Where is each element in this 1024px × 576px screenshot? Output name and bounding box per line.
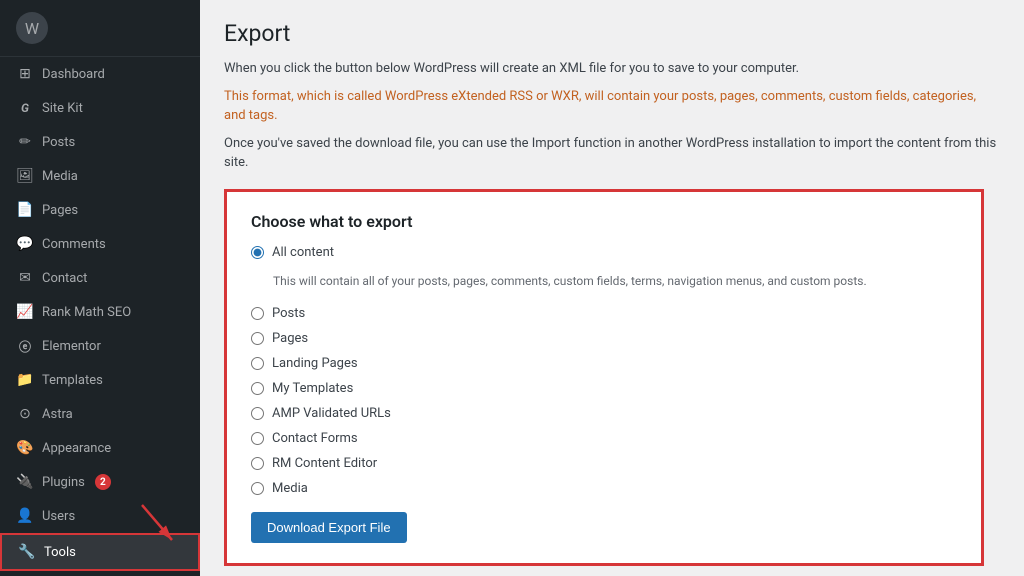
- sidebar-item-astra[interactable]: ⊙ Astra: [0, 397, 200, 431]
- radio-amp-urls-input[interactable]: [251, 407, 264, 420]
- radio-landing-pages[interactable]: Landing Pages: [251, 356, 957, 371]
- description-2: This format, which is called WordPress e…: [224, 87, 1000, 126]
- page-title: Export: [224, 20, 1000, 47]
- radio-media[interactable]: Media: [251, 481, 957, 496]
- plugins-badge: 2: [95, 474, 111, 490]
- radio-all-content-input[interactable]: [251, 246, 264, 259]
- radio-rm-content[interactable]: RM Content Editor: [251, 456, 957, 471]
- wp-logo-icon: W: [16, 12, 48, 44]
- radio-rm-content-input[interactable]: [251, 457, 264, 470]
- sidebar-item-media[interactable]: 🖼 Media: [0, 159, 200, 193]
- description-1: When you click the button below WordPres…: [224, 59, 1000, 79]
- radio-pages-input[interactable]: [251, 332, 264, 345]
- sidebar: W ⊞ Dashboard G Site Kit ✏ Posts 🖼 Media…: [0, 0, 200, 576]
- radio-my-templates[interactable]: My Templates: [251, 381, 957, 396]
- sidebar-item-users[interactable]: 👤 Users: [0, 499, 200, 533]
- radio-all-content[interactable]: All content: [251, 245, 957, 260]
- astra-icon: ⊙: [16, 405, 34, 423]
- radio-my-templates-input[interactable]: [251, 382, 264, 395]
- sidebar-subitem-available-tools[interactable]: Available Tools: [0, 571, 200, 576]
- sidebar-item-comments[interactable]: 💬 Comments: [0, 227, 200, 261]
- radio-contact-forms[interactable]: Contact Forms: [251, 431, 957, 446]
- media-icon: 🖼: [16, 167, 34, 185]
- sidebar-item-rankmath[interactable]: 📈 Rank Math SEO: [0, 295, 200, 329]
- sidebar-item-dashboard[interactable]: ⊞ Dashboard: [0, 57, 200, 91]
- radio-posts-input[interactable]: [251, 307, 264, 320]
- sidebar-item-pages[interactable]: 📄 Pages: [0, 193, 200, 227]
- choose-export-title: Choose what to export: [251, 212, 957, 231]
- appearance-icon: 🎨: [16, 439, 34, 457]
- all-content-description: This will contain all of your posts, pag…: [251, 274, 957, 288]
- sidebar-item-sitekit[interactable]: G Site Kit: [0, 91, 200, 125]
- download-export-button[interactable]: Download Export File: [251, 512, 407, 543]
- rankmath-icon: 📈: [16, 303, 34, 321]
- sidebar-item-templates[interactable]: 📁 Templates: [0, 363, 200, 397]
- tools-icon: 🔧: [18, 543, 36, 561]
- sidebar-item-appearance[interactable]: 🎨 Appearance: [0, 431, 200, 465]
- radio-media-input[interactable]: [251, 482, 264, 495]
- users-icon: 👤: [16, 507, 34, 525]
- radio-posts[interactable]: Posts: [251, 306, 957, 321]
- sidebar-logo: W: [0, 0, 200, 57]
- elementor-icon: ⓔ: [16, 337, 34, 355]
- radio-pages[interactable]: Pages: [251, 331, 957, 346]
- export-options-box: Choose what to export All content This w…: [224, 189, 984, 566]
- main-content: Export When you click the button below W…: [200, 0, 1024, 576]
- description-3: Once you've saved the download file, you…: [224, 134, 1000, 173]
- radio-landing-pages-input[interactable]: [251, 357, 264, 370]
- dashboard-icon: ⊞: [16, 65, 34, 83]
- templates-icon: 📁: [16, 371, 34, 389]
- sidebar-item-elementor[interactable]: ⓔ Elementor: [0, 329, 200, 363]
- export-radio-group: All content This will contain all of you…: [251, 245, 957, 496]
- sitekit-icon: G: [16, 99, 34, 117]
- sidebar-item-posts[interactable]: ✏ Posts: [0, 125, 200, 159]
- radio-amp-urls[interactable]: AMP Validated URLs: [251, 406, 957, 421]
- comments-icon: 💬: [16, 235, 34, 253]
- radio-contact-forms-input[interactable]: [251, 432, 264, 445]
- sidebar-item-plugins[interactable]: 🔌 Plugins 2: [0, 465, 200, 499]
- plugins-icon: 🔌: [16, 473, 34, 491]
- contact-icon: ✉: [16, 269, 34, 287]
- sidebar-item-tools[interactable]: 🔧 Tools: [0, 533, 200, 571]
- sidebar-item-contact[interactable]: ✉ Contact: [0, 261, 200, 295]
- posts-icon: ✏: [16, 133, 34, 151]
- pages-icon: 📄: [16, 201, 34, 219]
